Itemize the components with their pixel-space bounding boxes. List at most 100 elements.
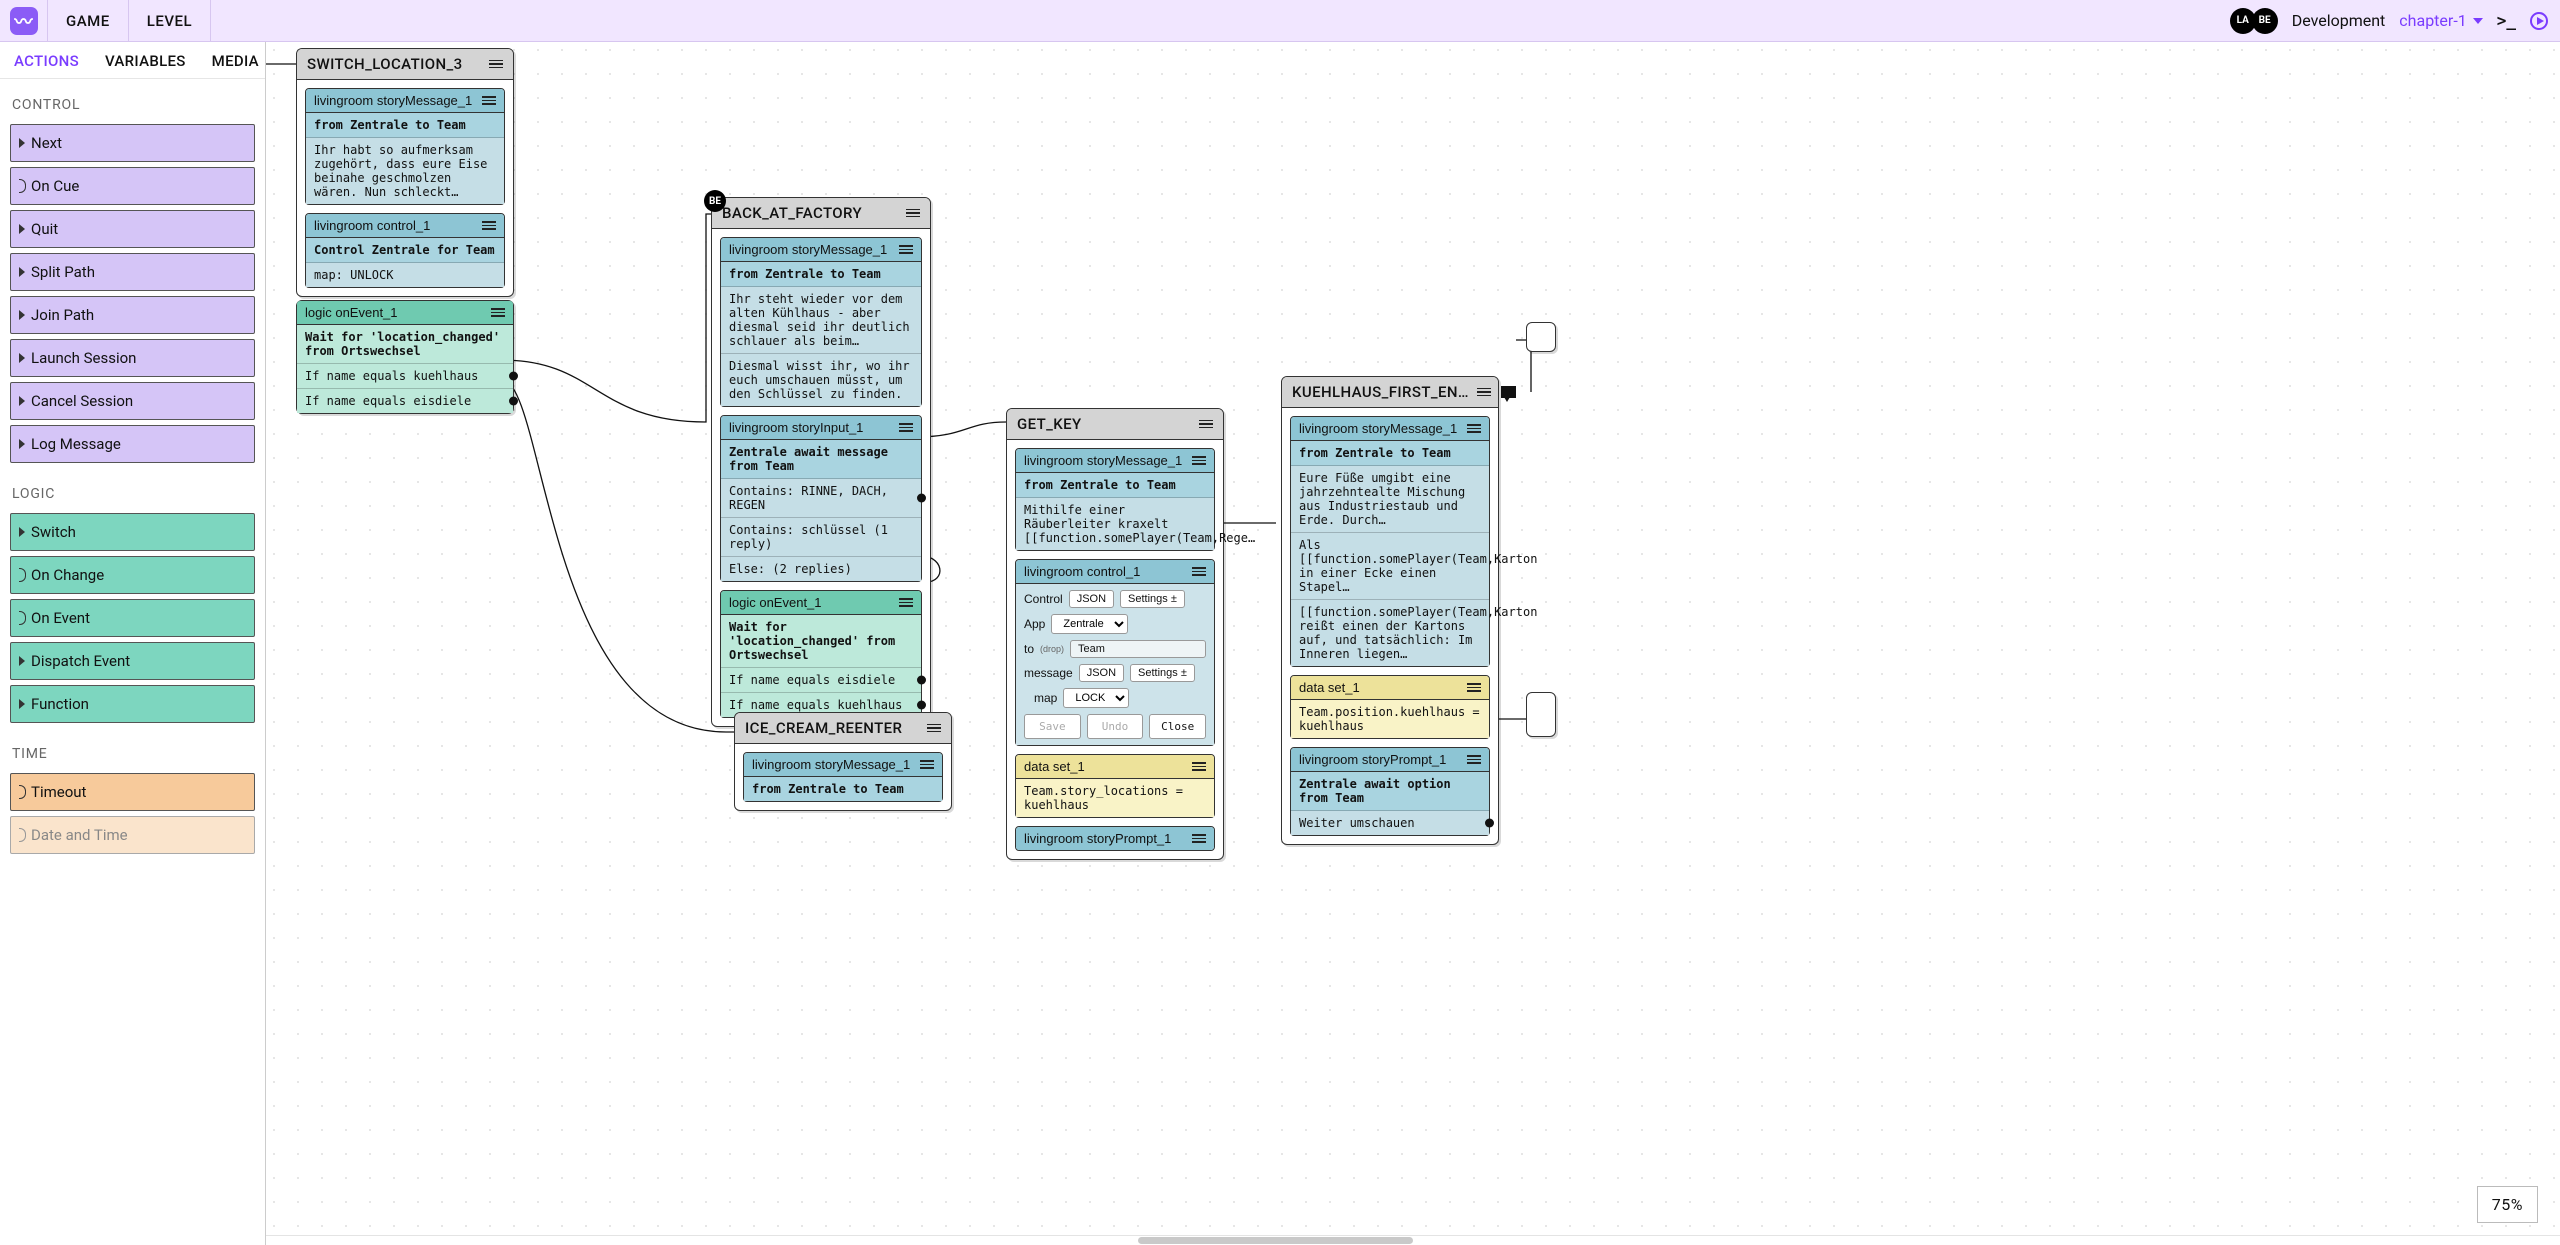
sub-title: livingroom storyMessage_1 [314,93,472,108]
tab-game[interactable]: GAME [48,0,129,41]
sub-title: livingroom storyPrompt_1 [1024,831,1171,846]
prompt-opt[interactable]: Weiter umschauen [1291,811,1489,835]
save-button[interactable]: Save [1024,714,1081,739]
hamburger-icon[interactable] [899,245,913,254]
hamburger-icon[interactable] [1477,388,1491,397]
block-on-cue[interactable]: On Cue [10,167,255,205]
msg-body: Als [[function.somePlayer(Team,Karton in… [1291,533,1489,600]
input-row[interactable]: Contains: RINNE, DACH, REGEN [721,479,921,518]
sub-title: livingroom control_1 [1024,564,1140,579]
canvas[interactable]: SWITCH_LOCATION_3 livingroom storyMessag… [266,42,2560,1245]
comment-icon[interactable] [1501,386,1516,398]
hamburger-icon[interactable] [920,760,934,769]
group-title-logic: LOGIC [0,468,265,508]
set-body: Team.story_locations = kuehlhaus [1016,779,1214,817]
play-icon[interactable] [2530,12,2548,30]
hamburger-icon[interactable] [1192,456,1206,465]
msg-from: from Zentrale to Team [1016,473,1214,498]
sub-title: livingroom storyMessage_1 [729,242,887,257]
app-logo[interactable] [0,0,48,41]
zoom-indicator[interactable]: 75% [2477,1186,2538,1223]
event-wait: Wait for 'location_changed' from Ortswec… [297,325,513,364]
close-button[interactable]: Close [1149,714,1206,739]
node-kuehlhaus[interactable]: KUEHLHAUS_FIRST_EN… livingroom storyMess… [1281,376,1499,845]
hamburger-icon[interactable] [1467,424,1481,433]
block-next[interactable]: Next [10,124,255,162]
block-dispatch-event[interactable]: Dispatch Event [10,642,255,680]
event-opt[interactable]: If name equals eisdiele [721,668,921,693]
presence-avatars: LA BE [2234,8,2278,34]
hamburger-icon[interactable] [899,598,913,607]
msg-body: Diesmal wisst ihr, wo ihr euch umschauen… [721,354,921,406]
hamburger-icon[interactable] [482,96,496,105]
horizontal-scrollbar[interactable] [266,1235,2560,1245]
label: map [1034,691,1057,705]
node-switch-location-event[interactable]: logic onEvent_1 Wait for 'location_chang… [296,300,514,414]
ctrl-line: map: UNLOCK [306,263,504,287]
event-opt[interactable]: If name equals eisdiele [297,389,513,413]
sidebar-tab-actions[interactable]: ACTIONS [14,52,79,70]
hamburger-icon[interactable] [1192,567,1206,576]
pill-settings[interactable]: Settings ± [1120,590,1185,608]
block-launch-session[interactable]: Launch Session [10,339,255,377]
input-row[interactable]: Else: (2 replies) [721,557,921,581]
hamburger-icon[interactable] [927,724,941,733]
label: to [1024,642,1034,656]
hamburger-icon[interactable] [1192,834,1206,843]
hamburger-icon[interactable] [482,221,496,230]
hint: (drop) [1040,644,1064,654]
chapter-selector[interactable]: chapter-1 [2399,11,2482,30]
tab-level[interactable]: LEVEL [129,0,211,41]
block-function[interactable]: Function [10,685,255,723]
block-timeout[interactable]: Timeout [10,773,255,811]
hamburger-icon[interactable] [1467,755,1481,764]
node-offscreen[interactable] [1526,692,1556,737]
terminal-icon[interactable]: >_ [2497,11,2516,30]
block-cancel-session[interactable]: Cancel Session [10,382,255,420]
map-select[interactable]: LOCK [1063,688,1129,708]
sub-title: livingroom control_1 [314,218,430,233]
undo-button[interactable]: Undo [1087,714,1144,739]
pill-settings[interactable]: Settings ± [1130,664,1195,682]
hamburger-icon[interactable] [1199,420,1213,429]
pill-json[interactable]: JSON [1069,590,1114,608]
hamburger-icon[interactable] [906,209,920,218]
prompt-await: Zentrale await option from Team [1291,772,1489,811]
hamburger-icon[interactable] [489,60,503,69]
sub-title: livingroom storyInput_1 [729,420,863,435]
sub-title: livingroom storyMessage_1 [1024,453,1182,468]
input-row[interactable]: Contains: schlüssel (1 reply) [721,518,921,557]
sidebar-tab-variables[interactable]: VARIABLES [105,52,186,70]
block-log-message[interactable]: Log Message [10,425,255,463]
input-await: Zentrale await message from Team [721,440,921,479]
block-quit[interactable]: Quit [10,210,255,248]
hamburger-icon[interactable] [1467,683,1481,692]
event-opt[interactable]: If name equals kuehlhaus [297,364,513,389]
sub-title: livingroom storyPrompt_1 [1299,752,1446,767]
to-field[interactable]: Team [1070,640,1206,658]
node-title: SWITCH_LOCATION_3 [307,55,463,73]
node-back-at-factory[interactable]: BE BACK_AT_FACTORY livingroom storyMessa… [711,197,931,727]
label: Control [1024,592,1063,606]
avatar[interactable]: BE [2252,8,2278,34]
sidebar-tab-media[interactable]: MEDIA [212,52,259,70]
node-ice-cream[interactable]: ICE_CREAM_REENTER livingroom storyMessag… [734,712,952,811]
block-split-path[interactable]: Split Path [10,253,255,291]
block-join-path[interactable]: Join Path [10,296,255,334]
node-title: GET_KEY [1017,415,1082,433]
node-switch-location[interactable]: SWITCH_LOCATION_3 livingroom storyMessag… [296,48,514,297]
sub-title: livingroom storyMessage_1 [1299,421,1457,436]
app-select[interactable]: Zentrale [1051,614,1128,634]
block-on-change[interactable]: On Change [10,556,255,594]
hamburger-icon[interactable] [899,423,913,432]
pill-json[interactable]: JSON [1079,664,1124,682]
node-offscreen[interactable] [1526,322,1556,352]
hamburger-icon[interactable] [491,308,505,317]
block-date-time[interactable]: Date and Time [10,816,255,854]
node-title: ICE_CREAM_REENTER [745,719,902,737]
block-on-event[interactable]: On Event [10,599,255,637]
block-switch[interactable]: Switch [10,513,255,551]
avatar: BE [704,190,726,212]
hamburger-icon[interactable] [1192,762,1206,771]
node-get-key[interactable]: GET_KEY livingroom storyMessage_1 from Z… [1006,408,1224,860]
